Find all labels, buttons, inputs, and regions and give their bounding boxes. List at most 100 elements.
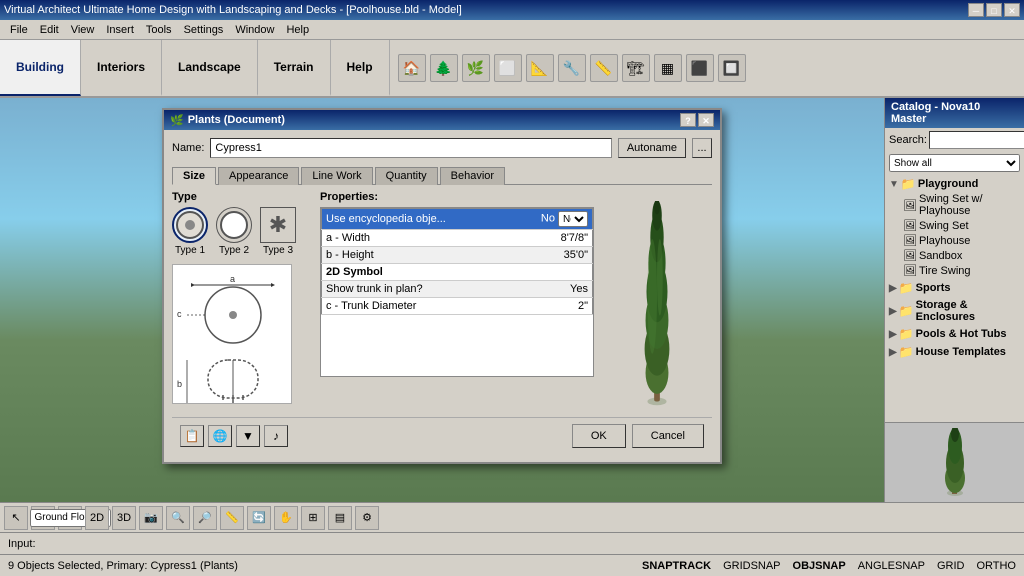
close-button[interactable]: ✕ — [1004, 3, 1020, 17]
dialog-bottom-right: OK Cancel — [572, 424, 704, 448]
properties-panel: Properties: Use encyclopedia obje... No … — [320, 191, 594, 411]
snap-ortho[interactable]: ORTHO — [976, 560, 1016, 572]
toolbar-icons: 🏠 🌲 🌿 ⬜ 📐 🔧 📏 🏗 ▦ ⬛ 🔲 — [390, 40, 1024, 96]
snap-snaptrack[interactable]: SNAPTRACK — [642, 560, 711, 572]
dialog-help-button[interactable]: ? — [680, 113, 696, 127]
tool-icon-settings[interactable]: ⚙ — [355, 506, 379, 530]
menu-view[interactable]: View — [65, 22, 101, 38]
tab-help[interactable]: Help — [331, 40, 390, 96]
dialog-overlay: 🌿 Plants (Document) ? ✕ Name: Autoname .… — [0, 98, 884, 502]
tab-behavior[interactable]: Behavior — [440, 167, 505, 185]
tree-item-swingset-playhouse[interactable]: 🖼 Swing Set w/ Playhouse — [887, 192, 1022, 218]
dialog-bottom-left: 📋 🌐 ▼ ♪ — [180, 425, 288, 447]
dialog-icon-btn-3[interactable]: ♪ — [264, 425, 288, 447]
dialog-close-button[interactable]: ✕ — [698, 113, 714, 127]
prop-row-trunk-diameter: c - Trunk Diameter 2" — [322, 298, 593, 315]
snap-objsnap[interactable]: OBJSNAP — [793, 560, 846, 572]
tool-icon-grid[interactable]: ⊞ — [301, 506, 325, 530]
dialog-title-text: Plants (Document) — [188, 114, 680, 126]
toolbar-icon-10[interactable]: ⬛ — [686, 54, 714, 82]
menu-settings[interactable]: Settings — [178, 22, 230, 38]
tool-icon-zoom-in[interactable]: 🔍 — [166, 506, 190, 530]
tab-quantity[interactable]: Quantity — [375, 167, 438, 185]
tool-icon-pan[interactable]: ✋ — [274, 506, 298, 530]
tree-item-playhouse[interactable]: 🖼 Playhouse — [887, 233, 1022, 248]
tree-group-playground: ▼ 📁 Playground 🖼 Swing Set w/ Playhouse … — [887, 176, 1022, 278]
tool-icon-2d[interactable]: 2D — [85, 506, 109, 530]
snap-gridsnap[interactable]: GRIDSNAP — [723, 560, 780, 572]
type-option-1[interactable]: Type 1 — [172, 207, 208, 256]
dots-button[interactable]: ... — [692, 138, 712, 158]
type-option-3[interactable]: ✱ Type 3 — [260, 207, 296, 256]
menu-file[interactable]: File — [4, 22, 34, 38]
toolbar-icon-7[interactable]: 📏 — [590, 54, 618, 82]
encyclopedia-select[interactable]: NoYes — [558, 211, 588, 227]
menu-insert[interactable]: Insert — [100, 22, 140, 38]
snap-anglesnap[interactable]: ANGLESNAP — [858, 560, 925, 572]
toolbar-icon-9[interactable]: ▦ — [654, 54, 682, 82]
catalog-search-input[interactable] — [929, 131, 1024, 149]
tree-group-sports-header[interactable]: ▶ 📁 Sports — [887, 280, 1022, 296]
name-input[interactable] — [210, 138, 611, 158]
snap-grid[interactable]: GRID — [937, 560, 965, 572]
ok-button[interactable]: OK — [572, 424, 626, 448]
menu-edit[interactable]: Edit — [34, 22, 65, 38]
folder-icon-storage: 📁 — [899, 304, 914, 318]
tool-icon-rotate[interactable]: 🔄 — [247, 506, 271, 530]
tree-group-playground-header[interactable]: ▼ 📁 Playground — [887, 176, 1022, 192]
item-icon-4: 🖼 — [903, 249, 917, 262]
dialog-icon-btn-1[interactable]: 📋 — [180, 425, 204, 447]
bottom-toolbar: ↖ 🏠 Ground Floor Floor 1 2D 3D 📷 🔍 🔎 📏 🔄… — [0, 502, 1024, 532]
type-options: Type 1 Type 2 — [172, 207, 312, 256]
tab-landscape[interactable]: Landscape — [162, 40, 258, 96]
toolbar-icon-8[interactable]: 🏗 — [622, 54, 650, 82]
tool-icon-cam[interactable]: 📷 — [139, 506, 163, 530]
tool-icon-measure[interactable]: 📏 — [220, 506, 244, 530]
dialog-title-buttons: ? ✕ — [680, 113, 714, 127]
minimize-button[interactable]: ─ — [968, 3, 984, 17]
dialog-icon-btn-arrow[interactable]: ▼ — [236, 425, 260, 447]
tab-building[interactable]: Building — [0, 40, 81, 96]
toolbar-icon-11[interactable]: 🔲 — [718, 54, 746, 82]
title-text: Virtual Architect Ultimate Home Design w… — [4, 4, 462, 16]
tool-icon-3d[interactable]: 3D — [112, 506, 136, 530]
tree-item-swingset[interactable]: 🖼 Swing Set — [887, 218, 1022, 233]
tree-item-sandbox[interactable]: 🖼 Sandbox — [887, 248, 1022, 263]
item-icon-1: 🖼 — [903, 199, 917, 212]
toolbar-icon-5[interactable]: 📐 — [526, 54, 554, 82]
autoname-button[interactable]: Autoname — [618, 138, 686, 158]
menu-window[interactable]: Window — [229, 22, 280, 38]
catalog-filter-select[interactable]: Show all Plants Trees — [889, 154, 1020, 172]
menu-tools[interactable]: Tools — [140, 22, 178, 38]
toolbar-icon-1[interactable]: 🏠 — [398, 54, 426, 82]
tree-group-house-header[interactable]: ▶ 📁 House Templates — [887, 344, 1022, 360]
tab-interiors[interactable]: Interiors — [81, 40, 162, 96]
tree-group-sports: ▶ 📁 Sports — [887, 280, 1022, 296]
toolbar-icon-4[interactable]: ⬜ — [494, 54, 522, 82]
catalog-panel: Catalog - Nova10 Master Search: Show all… — [884, 98, 1024, 502]
tab-linework[interactable]: Line Work — [301, 167, 372, 185]
type-1-circle — [172, 207, 208, 243]
tool-icon-pointer[interactable]: ↖ — [4, 506, 28, 530]
cancel-button[interactable]: Cancel — [632, 424, 704, 448]
type-option-2[interactable]: Type 2 — [216, 207, 252, 256]
storage-label: Storage & Enclosures — [916, 299, 1020, 323]
tool-icon-layers[interactable]: ▤ — [328, 506, 352, 530]
catalog-tree: ▼ 📁 Playground 🖼 Swing Set w/ Playhouse … — [885, 174, 1024, 422]
tab-terrain[interactable]: Terrain — [258, 40, 331, 96]
tab-size[interactable]: Size — [172, 167, 216, 185]
tree-item-tireswing[interactable]: 🖼 Tire Swing — [887, 263, 1022, 278]
tree-group-storage-header[interactable]: ▶ 📁 Storage & Enclosures — [887, 298, 1022, 324]
viewport[interactable]: 🌿 Plants (Document) ? ✕ Name: Autoname .… — [0, 98, 884, 502]
properties-label: Properties: — [320, 191, 594, 203]
tab-appearance[interactable]: Appearance — [218, 167, 299, 185]
toolbar-icon-3[interactable]: 🌿 — [462, 54, 490, 82]
toolbar-icon-2[interactable]: 🌲 — [430, 54, 458, 82]
maximize-button[interactable]: □ — [986, 3, 1002, 17]
tool-icon-zoom-out[interactable]: 🔎 — [193, 506, 217, 530]
tree-group-pools-header[interactable]: ▶ 📁 Pools & Hot Tubs — [887, 326, 1022, 342]
menu-help[interactable]: Help — [280, 22, 315, 38]
toolbar-icon-6[interactable]: 🔧 — [558, 54, 586, 82]
svg-text:b: b — [177, 379, 182, 389]
dialog-icon-btn-2[interactable]: 🌐 — [208, 425, 232, 447]
